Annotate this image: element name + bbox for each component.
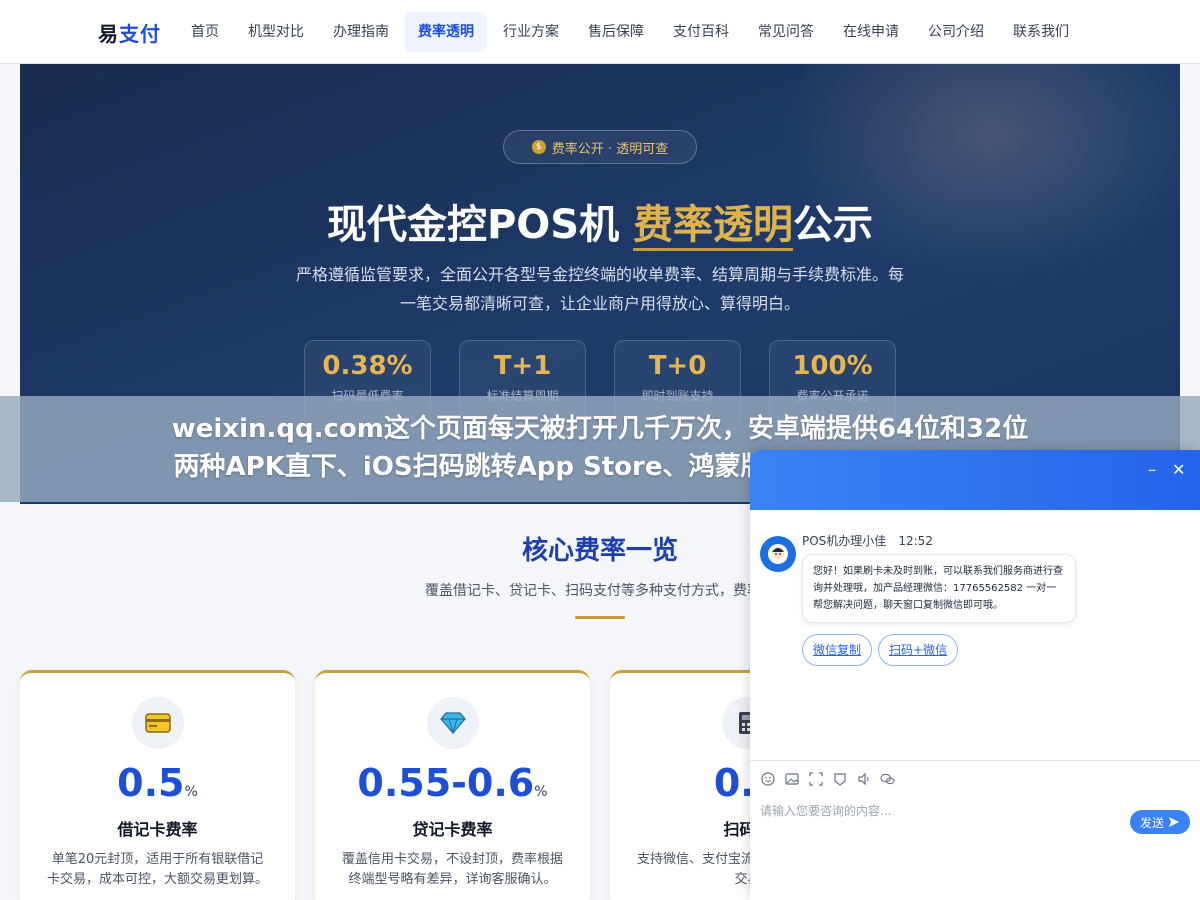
rate-card-debit[interactable]: 0.5% 借记卡费率 单笔20元封顶，适用于所有银联借记卡交易，成本可控，大额交…: [20, 670, 295, 900]
nav-item-apply[interactable]: 在线申请: [830, 12, 912, 52]
nav-item-aftersales[interactable]: 售后保障: [575, 12, 657, 52]
rate-value: 0.55-0.6%: [315, 761, 590, 814]
banner-line-1: weixin.qq.com这个页面每天被打开几千万次，安卓端提供64位和32位: [171, 414, 1029, 444]
chat-header: – ✕: [750, 450, 1200, 510]
rate-title: 借记卡费率: [117, 820, 198, 839]
image-icon[interactable]: [784, 771, 799, 786]
message-time: 12:52: [898, 534, 933, 548]
scan-wechat-button[interactable]: 扫码+微信: [878, 634, 959, 666]
logo-prefix: 易: [98, 22, 119, 46]
chat-input[interactable]: 请输入您要咨询的内容...: [760, 802, 891, 819]
stat-value: 0.38%: [322, 351, 413, 381]
nav-item-faq[interactable]: 常见问答: [745, 12, 827, 52]
hero-title-highlight: 费率透明: [633, 202, 794, 251]
stat-value: 100%: [792, 351, 873, 381]
minimize-icon[interactable]: –: [1148, 460, 1156, 479]
send-button[interactable]: 发送: [1130, 810, 1190, 834]
nav-item-industry[interactable]: 行业方案: [490, 12, 572, 52]
hero-badge: $ 费率公开 · 透明可查: [503, 130, 697, 164]
send-label: 发送: [1139, 815, 1164, 830]
nav-item-wiki[interactable]: 支付百科: [660, 12, 742, 52]
emoji-icon[interactable]: [760, 771, 775, 786]
stat-value: T+0: [648, 351, 707, 381]
hero-badge-text: 费率公开 · 透明可查: [551, 141, 669, 157]
message-bubble: 您好！如果刷卡未及时到账，可以联系我们服务商进行查询并处理哦，加产品经理微信：1…: [802, 554, 1076, 623]
rate-unit: %: [534, 784, 548, 800]
rate-unit: %: [184, 784, 198, 800]
copy-wechat-button[interactable]: 微信复制: [802, 634, 873, 666]
screenshot-icon[interactable]: [808, 771, 823, 786]
rate-card-credit[interactable]: 0.55-0.6% 贷记卡费率 覆盖信用卡交易，不设封顶，费率根据终端型号略有差…: [315, 670, 590, 900]
credit-card-icon: [131, 697, 184, 749]
nav-item-home[interactable]: 首页: [178, 12, 232, 52]
chat-toolbar: [750, 760, 1200, 796]
rate-value: 0.5%: [20, 761, 295, 814]
site-logo[interactable]: 易支付: [98, 18, 161, 47]
rate-number: 0.55-0.6: [357, 761, 535, 805]
nav-item-compare[interactable]: 机型对比: [235, 12, 317, 52]
logo-accent: 支付: [119, 22, 161, 46]
nav-item-about[interactable]: 公司介绍: [915, 12, 997, 52]
rate-number: 0.5: [117, 761, 185, 805]
nav-item-rates[interactable]: 费率透明: [405, 12, 487, 52]
rate-icon[interactable]: [832, 771, 847, 786]
chat-widget: – ✕ POS机办理小佳 12:52 您好！如果刷卡未及时到账，可以联系我们服务商…: [750, 450, 1200, 900]
quick-replies: 微信复制 扫码+微信: [802, 634, 959, 666]
hero-glow: [780, 64, 1180, 284]
voice-icon[interactable]: [856, 771, 871, 786]
top-navbar: 易支付 首页 机型对比 办理指南 费率透明 行业方案 售后保障 支付百科 常见问…: [0, 0, 1200, 64]
nav-item-guide[interactable]: 办理指南: [320, 12, 402, 52]
send-icon: [1169, 817, 1179, 827]
wechat-icon[interactable]: [880, 771, 895, 786]
close-icon[interactable]: ✕: [1172, 460, 1185, 479]
agent-avatar: [760, 536, 796, 572]
hero-subtitle: 严格遵循监管要求，全面公开各型号金控终端的收单费率、结算周期与手续费标准。每一笔…: [295, 265, 904, 313]
nav-menu: 首页 机型对比 办理指南 费率透明 行业方案 售后保障 支付百科 常见问答 在线…: [178, 12, 1085, 52]
rate-description: 单笔20元封顶，适用于所有银联借记卡交易，成本可控，大额交易更划算。: [46, 852, 268, 887]
hero-title: 现代金控POS机 费率透明公示: [20, 192, 1180, 251]
rate-title: 贷记卡费率: [412, 820, 493, 839]
diamond-icon: [426, 697, 479, 749]
section-divider: [575, 616, 625, 619]
agent-meta: POS机办理小佳 12:52: [802, 532, 933, 549]
hero-title-suffix: 公示: [793, 202, 874, 248]
agent-name: POS机办理小佳: [802, 534, 887, 548]
hero-title-prefix: 现代金控POS机: [326, 202, 634, 248]
rate-description: 覆盖信用卡交易，不设封顶，费率根据终端型号略有差异，详询客服确认。: [341, 852, 563, 887]
chat-messages: POS机办理小佳 12:52 您好！如果刷卡未及时到账，可以联系我们服务商进行查询…: [750, 510, 1200, 760]
stat-value: T+1: [493, 351, 552, 381]
nav-item-contact[interactable]: 联系我们: [1000, 12, 1082, 52]
money-bag-icon: $: [531, 140, 546, 154]
